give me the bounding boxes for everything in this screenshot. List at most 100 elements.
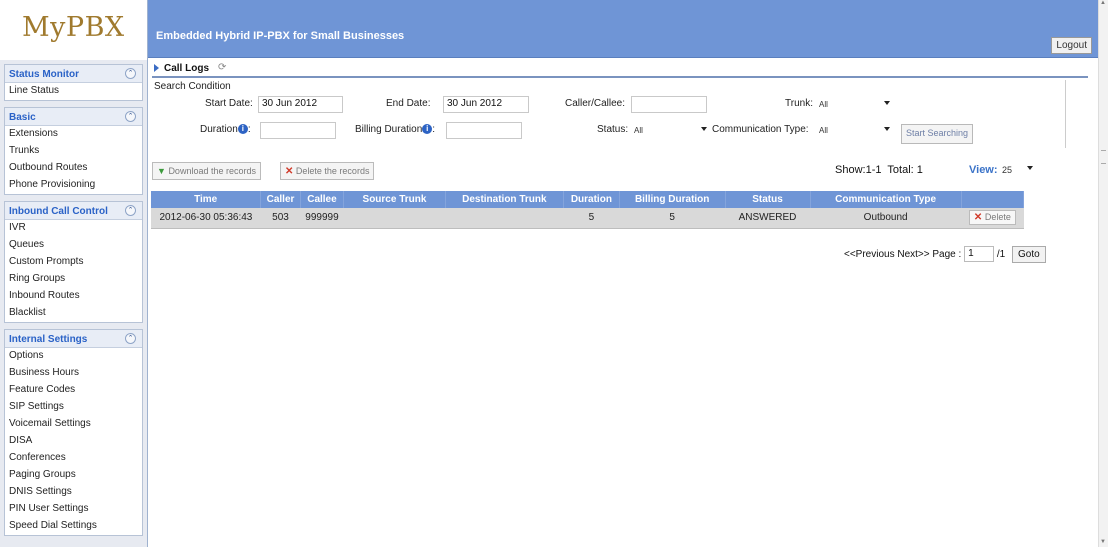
sidebar-item-phone-provisioning[interactable]: Phone Provisioning — [5, 177, 142, 194]
section-header[interactable]: Inbound Call Control ⌃ — [5, 202, 142, 220]
sidebar-item-conferences[interactable]: Conferences — [5, 450, 142, 467]
col-billing-duration[interactable]: Billing Duration — [619, 191, 726, 208]
col-communication-type[interactable]: Communication Type — [810, 191, 962, 208]
section-header[interactable]: Status Monitor ⌃ — [5, 65, 142, 83]
sidebar-item-options[interactable]: Options — [5, 348, 142, 365]
chevron-down-icon — [884, 101, 890, 105]
refresh-icon[interactable]: ⟳ — [218, 62, 226, 73]
sidebar-item-inbound-routes[interactable]: Inbound Routes — [5, 288, 142, 305]
duration-label: Duration i: — [200, 124, 251, 135]
sidebar-item-extensions[interactable]: Extensions — [5, 126, 142, 143]
sidebar-item-queues[interactable]: Queues — [5, 237, 142, 254]
sidebar-section-status-monitor: Status Monitor ⌃ Line Status — [4, 64, 143, 101]
collapse-icon[interactable]: ⌃ — [125, 333, 136, 344]
sidebar-item-voicemail-settings[interactable]: Voicemail Settings — [5, 416, 142, 433]
trunk-select-value: All — [819, 100, 828, 109]
chevron-down-icon — [884, 127, 890, 131]
delete-records-button[interactable]: ✕ Delete the records — [280, 162, 375, 180]
col-destination-trunk[interactable]: Destination Trunk — [445, 191, 564, 208]
scroll-thumb[interactable] — [1101, 150, 1106, 164]
sidebar-item-trunks[interactable]: Trunks — [5, 143, 142, 160]
sidebar-item-line-status[interactable]: Line Status — [5, 83, 142, 100]
section-title: Internal Settings — [9, 334, 88, 345]
sidebar-item-disa[interactable]: DISA — [5, 433, 142, 450]
download-records-button[interactable]: ▼ Download the records — [152, 162, 261, 180]
sidebar-item-ivr[interactable]: IVR — [5, 220, 142, 237]
trunk-select[interactable]: All — [816, 98, 894, 113]
sidebar-item-pin-user-settings[interactable]: PIN User Settings — [5, 501, 142, 518]
end-date-label: End Date: — [386, 98, 431, 109]
call-logs-table: Time Caller Callee Source Trunk Destinat… — [151, 191, 1025, 229]
prev-next-links[interactable]: <<Previous Next>> Page : — [844, 249, 961, 260]
page-title: Call Logs — [164, 63, 210, 74]
billing-duration-label: Billing Duration i: — [355, 124, 435, 135]
billing-duration-input[interactable] — [446, 122, 522, 139]
start-date-label: Start Date: — [205, 98, 253, 109]
status-label: Status: — [597, 124, 629, 135]
status-select[interactable]: All — [631, 124, 711, 139]
sidebar-item-business-hours[interactable]: Business Hours — [5, 365, 142, 382]
collapse-icon[interactable]: ⌃ — [125, 111, 136, 122]
sidebar-item-speed-dial-settings[interactable]: Speed Dial Settings — [5, 518, 142, 535]
total-count: Total: 1 — [887, 164, 923, 176]
col-caller[interactable]: Caller — [260, 191, 301, 208]
sidebar-item-ring-groups[interactable]: Ring Groups — [5, 271, 142, 288]
sidebar-item-paging-groups[interactable]: Paging Groups — [5, 467, 142, 484]
sidebar-item-outbound-routes[interactable]: Outbound Routes — [5, 160, 142, 177]
pagination: <<Previous Next>> Page : 1 /1 Goto — [844, 246, 1046, 263]
col-callee[interactable]: Callee — [300, 191, 345, 208]
sidebar-section-internal-settings: Internal Settings ⌃ Options Business Hou… — [4, 329, 143, 536]
duration-colon: : — [247, 124, 251, 135]
sidebar-item-dnis-settings[interactable]: DNIS Settings — [5, 484, 142, 501]
caller-callee-input[interactable] — [631, 96, 707, 113]
scroll-down-icon[interactable]: ▼ — [1100, 539, 1106, 545]
collapse-icon[interactable]: ⌃ — [125, 205, 136, 216]
collapse-icon[interactable]: ⌃ — [125, 68, 136, 79]
end-date-input[interactable]: 30 Jun 2012 — [443, 96, 529, 113]
sidebar-section-inbound-call-control: Inbound Call Control ⌃ IVR Queues Custom… — [4, 201, 143, 323]
sidebar-item-sip-settings[interactable]: SIP Settings — [5, 399, 142, 416]
section-title: Basic — [9, 112, 36, 123]
col-duration[interactable]: Duration — [563, 191, 620, 208]
records-summary: Show:1-1 Total: 1 — [835, 164, 923, 176]
col-status[interactable]: Status — [725, 191, 811, 208]
view-per-page-value: 25 — [1002, 165, 1013, 175]
chevron-down-icon — [701, 127, 707, 131]
page-number-input[interactable]: 1 — [964, 246, 995, 263]
sidebar-item-feature-codes[interactable]: Feature Codes — [5, 382, 142, 399]
col-time[interactable]: Time — [151, 191, 262, 208]
table-row: 2012-06-30 05:36:43 503 999999 5 5 ANSWE… — [151, 208, 1024, 229]
communication-type-select[interactable]: All — [816, 124, 894, 139]
section-title: Inbound Call Control — [9, 206, 108, 217]
cell-communication-type: Outbound — [810, 208, 962, 229]
info-icon[interactable]: i — [422, 124, 433, 134]
scroll-up-icon[interactable]: ▲ — [1100, 0, 1106, 6]
download-records-label: Download the records — [168, 166, 256, 176]
section-header[interactable]: Internal Settings ⌃ — [5, 330, 142, 348]
breadcrumb: Call Logs ⟳ — [152, 62, 1088, 78]
sidebar-item-blacklist[interactable]: Blacklist — [5, 305, 142, 322]
duration-input[interactable] — [260, 122, 336, 139]
section-header[interactable]: Basic ⌃ — [5, 108, 142, 126]
view-per-page-select[interactable]: 25 — [999, 163, 1037, 178]
start-date-input[interactable]: 30 Jun 2012 — [258, 96, 343, 113]
delete-icon: ✕ — [285, 166, 294, 177]
sidebar: Status Monitor ⌃ Line Status Basic ⌃ Ext… — [0, 60, 148, 547]
goto-button[interactable]: Goto — [1011, 246, 1046, 263]
view-label: View: — [969, 164, 998, 176]
row-delete-button[interactable]: ✕ Delete — [968, 210, 1016, 226]
sidebar-section-basic: Basic ⌃ Extensions Trunks Outbound Route… — [4, 107, 143, 195]
sidebar-item-custom-prompts[interactable]: Custom Prompts — [5, 254, 142, 271]
section-title: Status Monitor — [9, 69, 79, 80]
vertical-scrollbar[interactable]: ▲ ▼ — [1098, 0, 1108, 547]
info-icon[interactable]: i — [237, 124, 248, 134]
billing-duration-label-text: Billing Duration — [355, 124, 423, 135]
col-actions — [961, 191, 1025, 208]
show-range: Show:1-1 — [835, 164, 882, 176]
billing-duration-colon: : — [432, 124, 436, 135]
logout-button[interactable]: Logout — [1051, 37, 1092, 54]
start-searching-button[interactable]: Start Searching — [901, 124, 974, 144]
col-source-trunk[interactable]: Source Trunk — [343, 191, 446, 208]
chevron-down-icon — [1027, 166, 1033, 170]
cell-duration: 5 — [563, 208, 620, 229]
